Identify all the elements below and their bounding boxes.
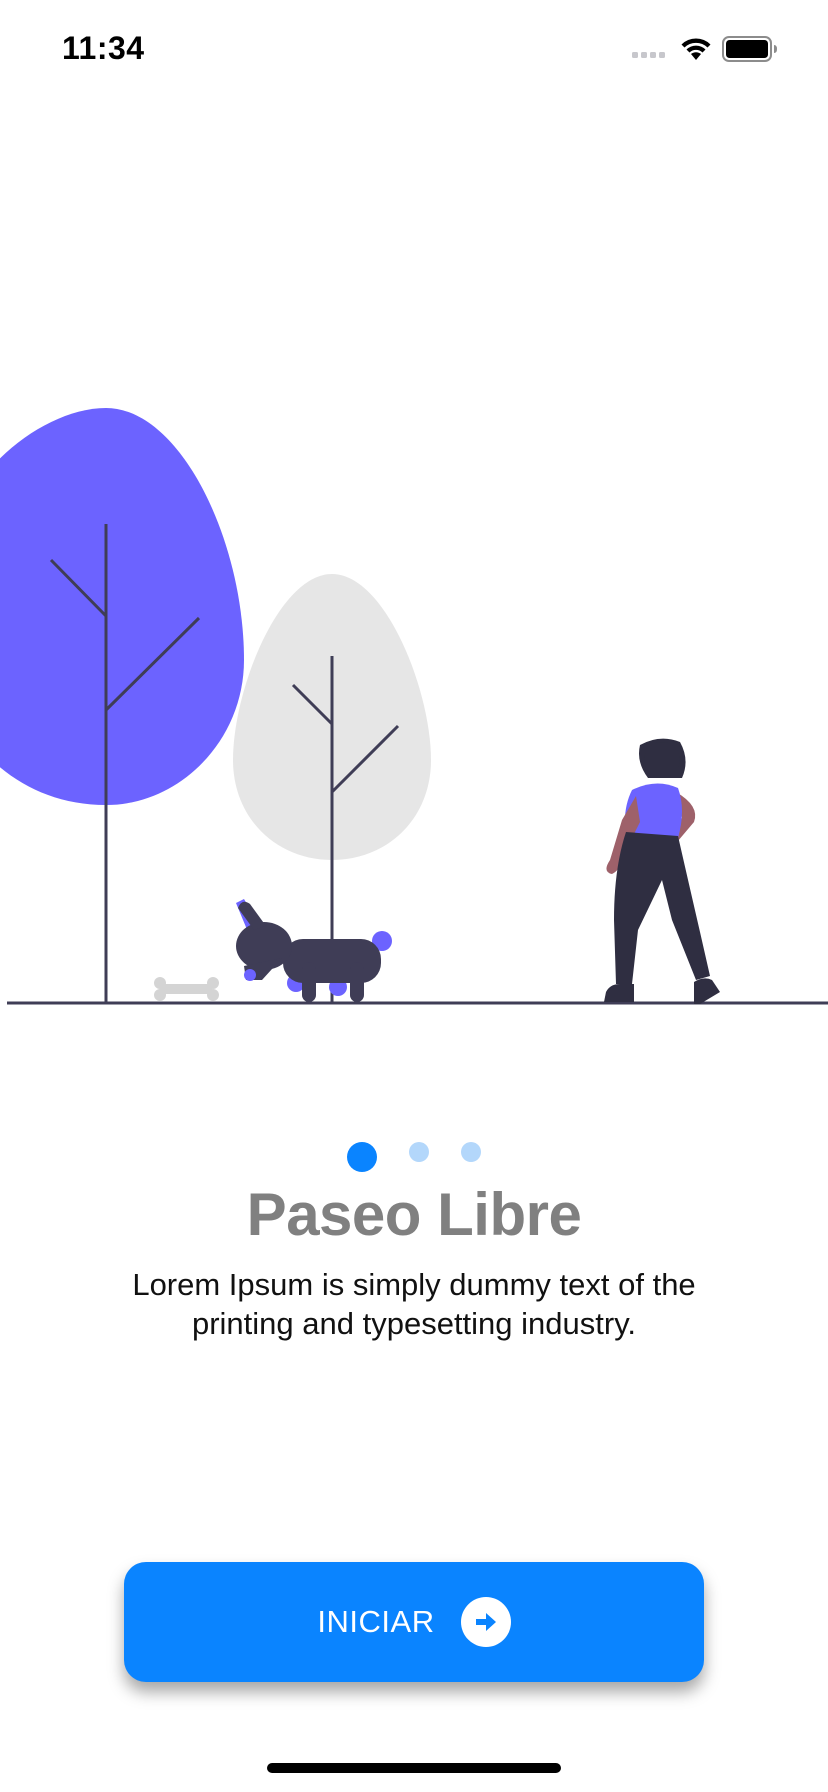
home-indicator[interactable] — [267, 1763, 561, 1773]
woman-walking-dog-illustration — [0, 408, 828, 1005]
battery-icon — [722, 36, 777, 62]
status-icons — [632, 36, 777, 62]
woman — [604, 738, 720, 1004]
page-dot-2[interactable] — [409, 1142, 429, 1162]
start-button-label: INICIAR — [317, 1604, 435, 1639]
purple-tree — [0, 408, 244, 1003]
dog — [236, 899, 392, 1002]
bone — [154, 977, 219, 1001]
status-bar: 11:34 — [0, 0, 828, 100]
page-dot-active[interactable] — [347, 1142, 377, 1172]
cellular-signal-icon — [632, 52, 665, 58]
arrow-right-circle-icon — [460, 1597, 511, 1647]
status-time: 11:34 — [62, 30, 145, 66]
onboarding-description: Lorem Ipsum is simply dummy text of the … — [132, 1267, 696, 1341]
page-indicator — [0, 1140, 828, 1180]
page-dot-3[interactable] — [461, 1142, 481, 1162]
onboarding-title: Paseo Libre — [246, 1181, 582, 1248]
wifi-icon — [681, 38, 711, 60]
start-button[interactable]: INICIAR — [124, 1562, 704, 1682]
